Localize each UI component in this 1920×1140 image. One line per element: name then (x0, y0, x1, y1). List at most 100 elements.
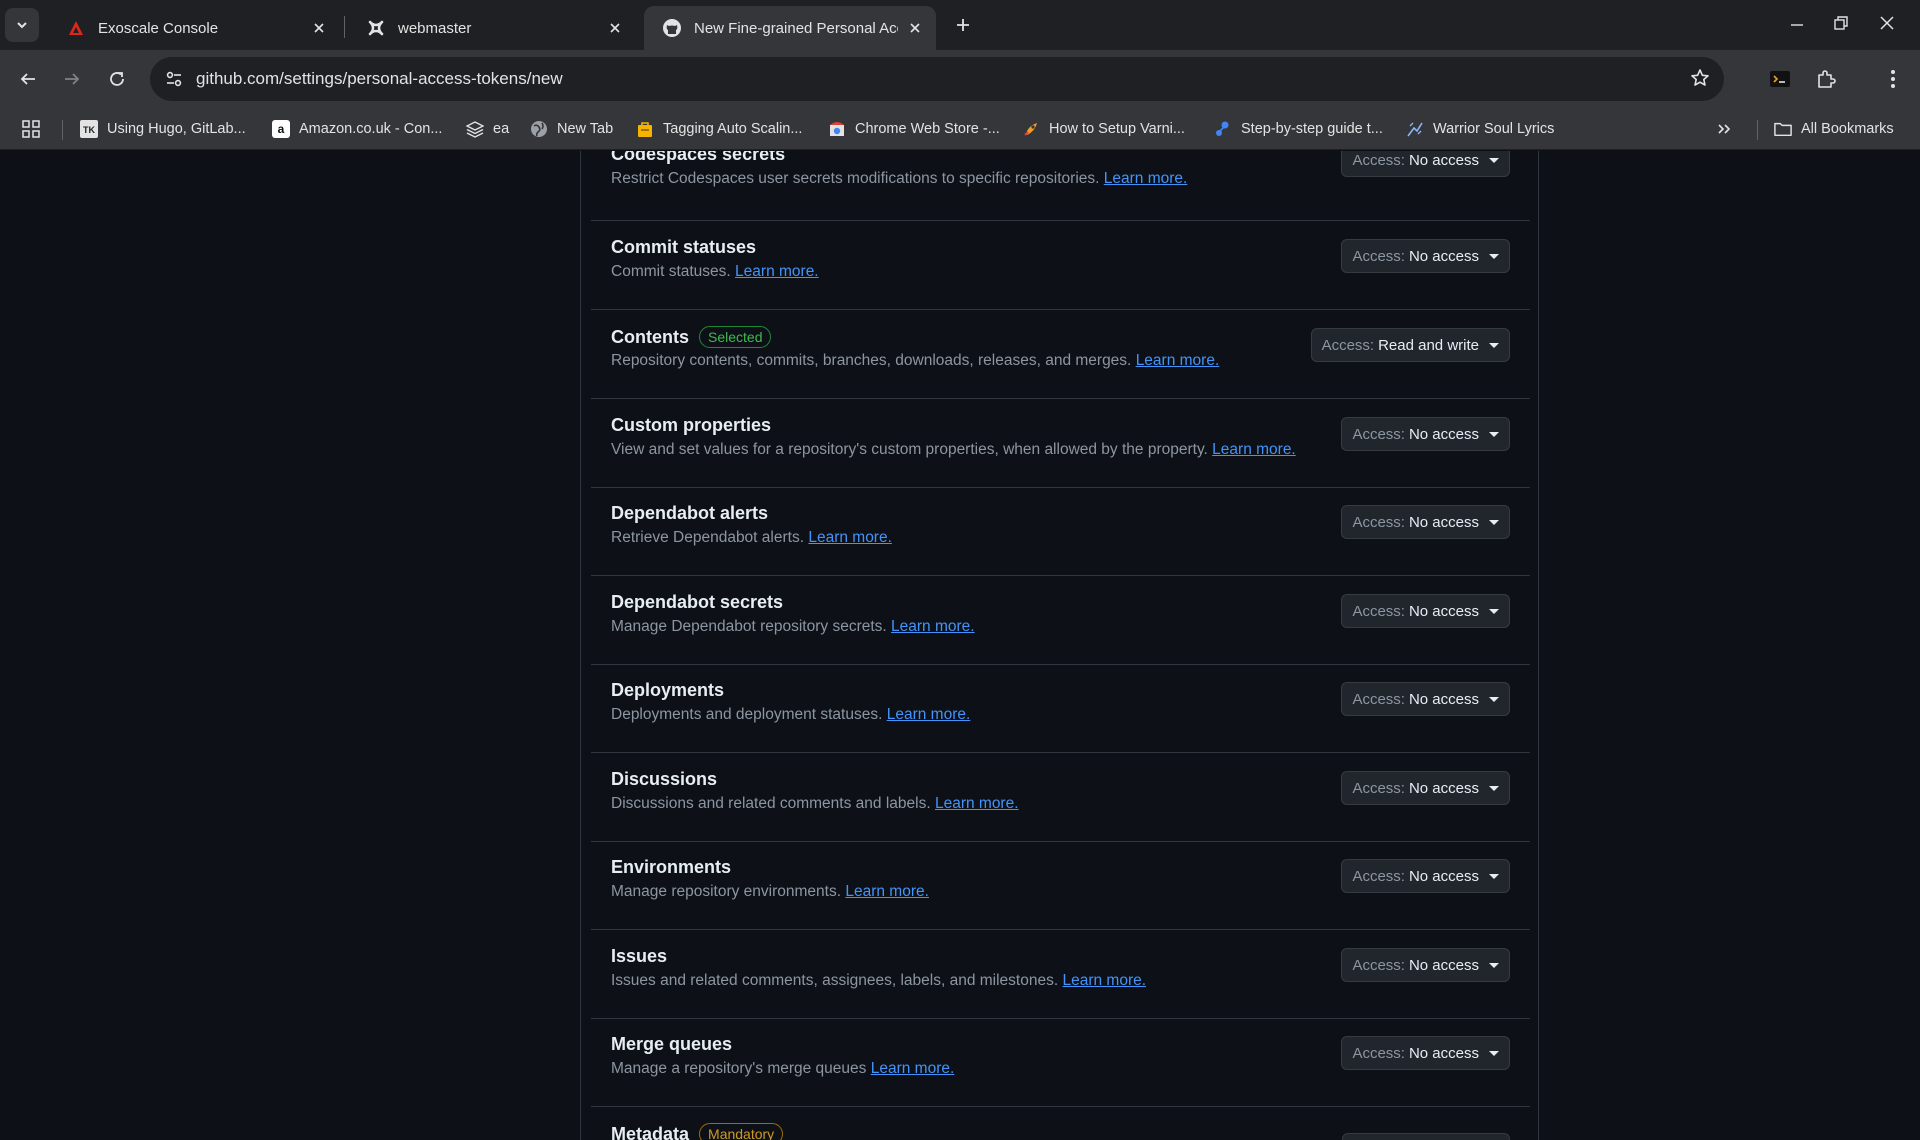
learn-more-link[interactable]: Learn more. (1062, 972, 1146, 989)
bookmark-item[interactable]: ea (466, 115, 509, 143)
forward-button[interactable] (54, 61, 90, 97)
access-dropdown[interactable]: Access: No access (1341, 239, 1510, 273)
bookmark-star-icon[interactable] (1690, 68, 1710, 93)
permission-title: Environments (611, 857, 732, 877)
permission-description: Discussions and related comments and lab… (611, 795, 1019, 813)
permission-title: Commit statuses (611, 237, 757, 257)
more-vertical-icon (1891, 70, 1895, 88)
description-text: Manage repository environments. (611, 883, 842, 900)
back-button[interactable] (10, 61, 46, 97)
tab-search-button[interactable] (5, 8, 39, 42)
nodes-icon (1214, 120, 1232, 138)
close-icon[interactable] (904, 17, 926, 39)
caret-down-icon (1489, 962, 1499, 968)
description-text: Manage Dependabot repository secrets. (611, 618, 887, 635)
permission-name: Dependabot alerts (611, 503, 768, 524)
tab-strip: Exoscale Console webmaster New Fine-grai… (0, 0, 1920, 50)
access-label: Access: (1352, 867, 1405, 885)
close-window-button[interactable] (1864, 6, 1910, 40)
learn-more-link[interactable]: Learn more. (935, 795, 1019, 812)
minimize-button[interactable] (1774, 6, 1820, 40)
more-bookmarks-button[interactable] (1716, 115, 1732, 143)
learn-more-link[interactable]: Learn more. (891, 618, 975, 635)
permission-title: Codespaces secrets (611, 151, 786, 164)
reload-icon (110, 72, 124, 86)
bookmark-item[interactable]: Tagging Auto Scalin... (636, 115, 802, 143)
learn-more-link[interactable]: Learn more. (1136, 352, 1220, 369)
permission-name: Dependabot secrets (611, 592, 783, 613)
bookmark-item[interactable]: Chrome Web Store -... (828, 115, 1000, 143)
learn-more-link[interactable]: Learn more. (808, 529, 892, 546)
chrome-menu-button[interactable] (1875, 61, 1911, 97)
access-dropdown[interactable]: Access: No access (1341, 505, 1510, 539)
aws-bag-icon (636, 120, 654, 138)
bookmark-label: Chrome Web Store -... (855, 121, 1000, 137)
site-info-icon[interactable] (154, 70, 194, 88)
learn-more-link[interactable]: Learn more. (887, 706, 971, 723)
description-text: Retrieve Dependabot alerts. (611, 529, 805, 546)
restore-button[interactable] (1818, 6, 1864, 40)
access-label: Access: (1352, 690, 1405, 708)
bookmark-item[interactable]: Warrior Soul Lyrics (1406, 115, 1554, 143)
bookmark-item[interactable]: How to Setup Varni... (1022, 115, 1185, 143)
permission-name: Discussions (611, 769, 717, 790)
bookmark-item[interactable]: New Tab (530, 115, 613, 143)
permission-title: Deployments (611, 680, 725, 700)
learn-more-link[interactable]: Learn more. (735, 263, 819, 280)
learn-more-link[interactable]: Learn more. (871, 1060, 955, 1077)
reload-button[interactable] (99, 61, 135, 97)
bookmark-item[interactable]: a Amazon.co.uk - Con... (272, 115, 442, 143)
permission-description: Restrict Codespaces user secrets modific… (611, 170, 1187, 188)
access-dropdown[interactable]: Access: No access (1341, 682, 1510, 716)
bookmark-label: Step-by-step guide t... (1241, 121, 1383, 137)
tab-webmaster[interactable]: webmaster (348, 6, 636, 50)
restore-icon (1834, 16, 1848, 30)
access-dropdown[interactable] (1342, 1133, 1510, 1140)
globe-icon (530, 120, 548, 138)
bookmark-label: Tagging Auto Scalin... (663, 121, 803, 137)
bookmark-label: Warrior Soul Lyrics (1433, 121, 1555, 137)
caret-down-icon (1489, 431, 1499, 437)
access-label: Access: (1352, 779, 1405, 797)
access-dropdown[interactable]: Access: Read and write (1310, 328, 1510, 362)
access-value: No access (1408, 1044, 1479, 1062)
permission-name: Metadata Mandatory (611, 1123, 784, 1140)
caret-down-icon (1489, 608, 1499, 614)
joomla-logo-icon (366, 18, 386, 38)
access-dropdown[interactable]: Access: No access (1341, 948, 1510, 982)
access-dropdown[interactable]: Access: No access (1341, 859, 1510, 893)
access-dropdown[interactable]: Access: No access (1341, 1036, 1510, 1070)
access-dropdown[interactable]: Access: No access (1341, 417, 1510, 451)
permission-row-issues: Issues Issues and related comments, assig… (591, 930, 1530, 1019)
close-icon[interactable] (604, 17, 626, 39)
tab-exoscale[interactable]: Exoscale Console (48, 6, 340, 50)
bookmark-item[interactable]: Step-by-step guide t... (1214, 115, 1383, 143)
terminal-extension-button[interactable] (1762, 61, 1798, 97)
access-value: No access (1408, 779, 1479, 797)
extensions-button[interactable] (1808, 61, 1844, 97)
web-store-icon (828, 120, 846, 138)
description-text: Issues and related comments, assignees, … (611, 972, 1059, 989)
tab-github-token[interactable]: New Fine-grained Personal Acc (644, 6, 936, 50)
access-dropdown[interactable]: Access: No access (1341, 594, 1510, 628)
description-text: Deployments and deployment statuses. (611, 706, 883, 723)
permission-title: Metadata (611, 1123, 690, 1140)
close-icon[interactable] (308, 17, 330, 39)
all-bookmarks-button[interactable]: All Bookmarks (1774, 115, 1894, 143)
access-label: Access: (1321, 336, 1375, 354)
access-dropdown[interactable]: Access: No access (1341, 151, 1510, 177)
address-bar[interactable]: github.com/settings/personal-access-toke… (150, 57, 1724, 101)
learn-more-link[interactable]: Learn more. (1104, 170, 1188, 187)
permission-name: Commit statuses (611, 237, 756, 258)
apps-shortcut[interactable] (22, 115, 40, 143)
permission-description: Issues and related comments, assignees, … (611, 972, 1146, 990)
mandatory-badge: Mandatory (699, 1123, 784, 1140)
access-dropdown[interactable]: Access: No access (1341, 771, 1510, 805)
permission-description: Manage a repository's merge queues Learn… (611, 1060, 954, 1078)
bookmark-label: ea (493, 121, 510, 137)
learn-more-link[interactable]: Learn more. (845, 883, 929, 900)
bookmark-item[interactable]: TK Using Hugo, GitLab... (80, 115, 246, 143)
learn-more-link[interactable]: Learn more. (1212, 441, 1296, 458)
new-tab-button[interactable] (948, 10, 978, 40)
access-label: Access: (1352, 602, 1405, 620)
